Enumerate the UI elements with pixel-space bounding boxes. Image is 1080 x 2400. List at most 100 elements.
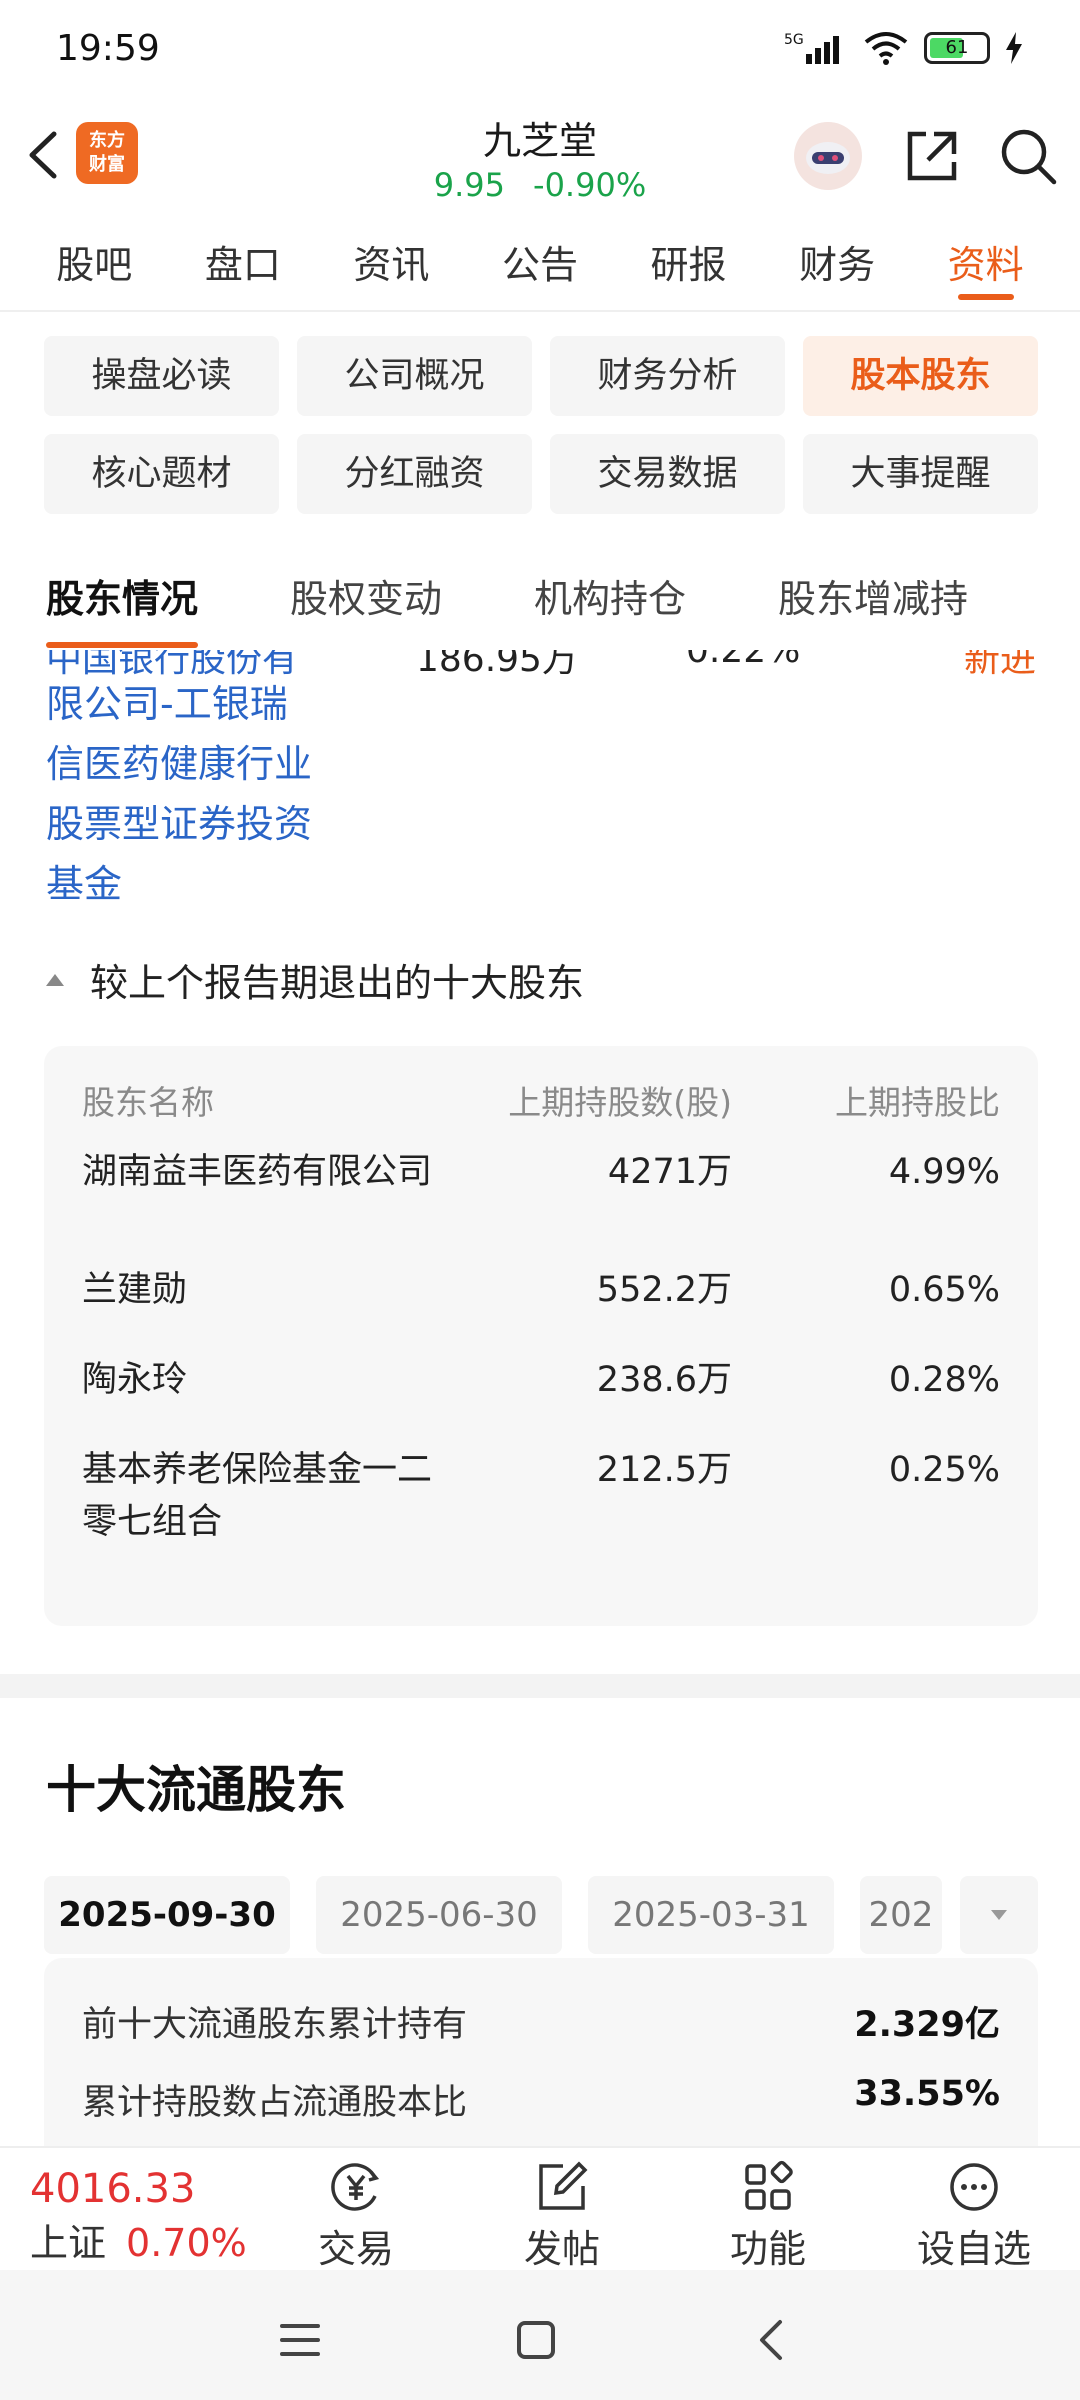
date-dropdown-icon[interactable] [960, 1876, 1038, 1954]
robot-icon [806, 142, 850, 174]
battery-level: 61 [945, 37, 969, 58]
holder-pct: 0.28% [888, 1360, 1000, 1400]
tab-profile[interactable]: 资料 [948, 218, 1024, 310]
profile-sub-menu: 操盘必读 公司概况 财务分析 股本股东 核心题材 分红融资 交易数据 大事提醒 [44, 336, 1038, 514]
tab-holder-changes[interactable]: 股东增减持 [778, 556, 968, 648]
holder-shares: 186.95万 [416, 650, 578, 680]
holder-shares: 212.5万 [596, 1450, 732, 1490]
market-index[interactable]: 4016.33 上证 0.70% [30, 2166, 270, 2267]
summary-row: 累计持股数占流通股本比 33.55% [82, 2074, 1000, 2125]
holder-name: 兰建勋 [82, 1270, 188, 1310]
holder-name-link[interactable]: 限公司-工银瑞 信医药健康行业 股票型证券投资 基金 [46, 674, 346, 914]
status-bar: 19:59 5G 61 [0, 0, 1080, 100]
sub-item-core-themes[interactable]: 核心题材 [44, 434, 279, 514]
column-header-pct: 上期持股比 [835, 1083, 1000, 1122]
shareholder-section-tabs: 股东情况 股权变动 机构持仓 股东增减持 [0, 556, 1080, 648]
status-time: 19:59 [56, 28, 160, 69]
bottom-action-bar: 4016.33 上证 0.70% 交易 发帖 功能 设自选 [0, 2146, 1080, 2273]
exited-holders-toggle[interactable]: 较上个报告期退出的十大股东 [46, 952, 584, 1007]
sub-item-must-read[interactable]: 操盘必读 [44, 336, 279, 416]
holder-name-line: 信医药健康行业 [46, 742, 313, 786]
holder-name-line: 股票型证券投资 [46, 802, 313, 846]
tab-announcements[interactable]: 公告 [502, 218, 578, 310]
holder-name-line: 基金 [46, 862, 123, 906]
index-pct: 0.70% [126, 2221, 247, 2265]
sub-item-financial-analysis[interactable]: 财务分析 [550, 336, 785, 416]
more-dots-icon [950, 2163, 998, 2211]
tab-research[interactable]: 研报 [651, 218, 727, 310]
holder-shares: 552.2万 [596, 1270, 732, 1310]
sub-item-trading-data[interactable]: 交易数据 [550, 434, 785, 514]
search-icon[interactable] [996, 124, 1060, 188]
holder-name: 基本养老保险基金一二零七组合 [82, 1450, 433, 1542]
tab-finance[interactable]: 财务 [799, 218, 875, 310]
sub-item-shareholders[interactable]: 股本股东 [803, 336, 1038, 416]
sub-item-events[interactable]: 大事提醒 [803, 434, 1038, 514]
stock-price: 9.95 [433, 166, 506, 204]
functions-label: 功能 [729, 2227, 806, 2271]
float-holders-title: 十大流通股东 [46, 1761, 346, 1819]
wifi-icon [864, 32, 908, 65]
trade-button[interactable]: 交易 [276, 2158, 436, 2273]
table-row-partial: 中国银行股份有 186.95万 0.22% 新进 [46, 650, 1046, 680]
holder-pct: 0.22% [686, 650, 801, 671]
tab-guba[interactable]: 股吧 [56, 218, 132, 310]
share-icon[interactable] [900, 124, 964, 188]
exited-holders-title: 较上个报告期退出的十大股东 [90, 961, 585, 1005]
menu-icon[interactable] [270, 2310, 330, 2370]
assistant-robot-avatar[interactable] [794, 122, 862, 190]
trade-label: 交易 [317, 2227, 394, 2271]
column-header-shares: 上期持股数(股) [508, 1083, 732, 1122]
tab-institution-holdings[interactable]: 机构持仓 [534, 556, 686, 648]
holder-pct: 0.65% [888, 1270, 1000, 1310]
sub-item-company-overview[interactable]: 公司概况 [297, 336, 532, 416]
exited-holders-table: 股东名称 上期持股数(股) 上期持股比 湖南益丰医药有限公司 4271万 4.9… [44, 1046, 1038, 1626]
report-date-selector: 2025-09-30 2025-06-30 2025-03-31 202 [44, 1876, 1038, 1954]
functions-button[interactable]: 功能 [688, 2158, 848, 2273]
holder-shares: 238.6万 [596, 1360, 732, 1400]
status-icons: 5G 61 [784, 30, 1024, 66]
holder-name-line: 限公司-工银瑞 [46, 682, 288, 726]
yuan-trade-icon [331, 2163, 380, 2211]
charging-icon [1006, 32, 1022, 64]
tab-news[interactable]: 资讯 [353, 218, 429, 310]
network-type: 5G [784, 32, 804, 48]
index-value: 4016.33 [30, 2166, 196, 2212]
back-nav-icon[interactable] [742, 2310, 802, 2370]
column-header-name: 股东名称 [82, 1083, 214, 1122]
date-chip[interactable]: 2025-06-30 [316, 1876, 562, 1954]
post-label: 发帖 [523, 2227, 600, 2271]
add-watchlist-button[interactable]: 设自选 [894, 2158, 1054, 2273]
date-chip[interactable]: 2025-09-30 [44, 1876, 290, 1954]
holder-shares: 4271万 [607, 1152, 732, 1192]
collapse-triangle-icon [46, 973, 64, 986]
tab-pankou[interactable]: 盘口 [205, 218, 281, 310]
summary-label: 前十大流通股东累计持有 [82, 2005, 468, 2045]
holder-name: 湖南益丰医药有限公司 [82, 1152, 433, 1192]
summary-value: 33.55% [854, 2074, 1000, 2114]
battery-icon: 61 [924, 32, 990, 64]
stock-change: -0.90% [533, 166, 647, 204]
tab-shareholder-status[interactable]: 股东情况 [46, 556, 199, 648]
system-navigation-bar [0, 2270, 1080, 2400]
holder-pct: 4.99% [888, 1152, 1000, 1192]
tab-equity-change[interactable]: 股权变动 [290, 556, 442, 648]
date-chip[interactable]: 2025-03-31 [588, 1876, 834, 1954]
edit-post-icon [539, 2161, 588, 2210]
date-chip[interactable]: 202 [860, 1876, 942, 1954]
holder-pct: 0.25% [888, 1450, 1000, 1490]
scroll-content[interactable]: 中国银行股份有 186.95万 0.22% 新进 限公司-工银瑞 信医药健康行业… [0, 650, 1080, 2146]
stock-header: 东方 财富 九芝堂 9.95 -0.90% [0, 100, 1080, 218]
float-summary-card: 前十大流通股东累计持有 2.329亿 累计持股数占流通股本比 33.55% [44, 1958, 1038, 2146]
index-label: 上证 [30, 2221, 107, 2265]
main-tabs: 股吧 盘口 资讯 公告 研报 财务 资料 [0, 218, 1080, 312]
post-button[interactable]: 发帖 [482, 2158, 642, 2273]
sub-item-dividends[interactable]: 分红融资 [297, 434, 532, 514]
summary-row: 前十大流通股东累计持有 2.329亿 [82, 1996, 1000, 2047]
add-watchlist-label: 设自选 [916, 2227, 1031, 2271]
signal-icon: 5G [784, 32, 839, 64]
summary-value: 2.329亿 [854, 2005, 1000, 2045]
holder-name: 陶永玲 [82, 1360, 188, 1400]
home-square-icon[interactable] [506, 2310, 566, 2370]
grid-function-icon [745, 2160, 793, 2210]
